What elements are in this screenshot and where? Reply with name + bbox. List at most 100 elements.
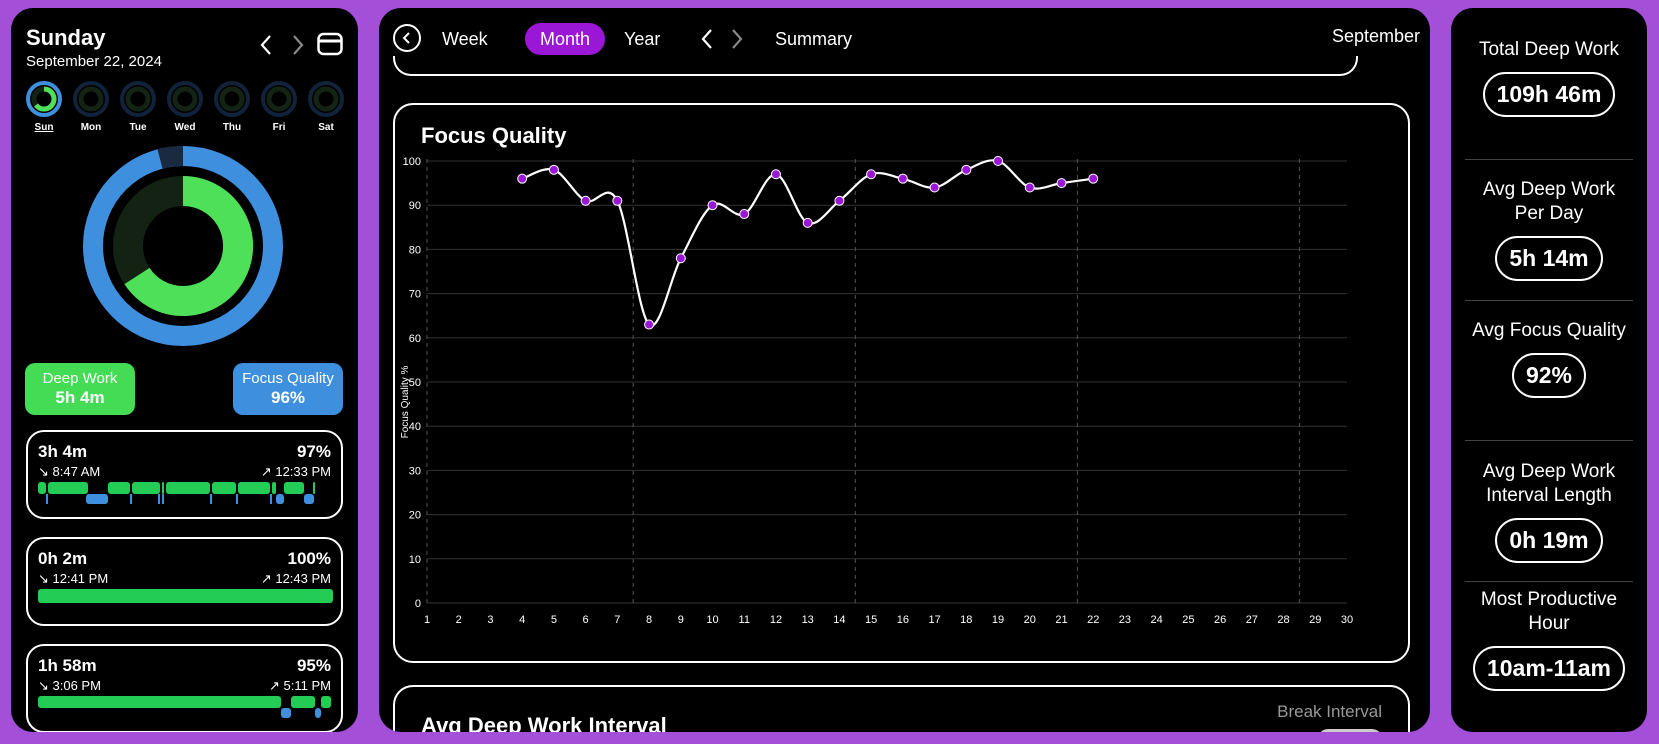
tab-month[interactable]: Month: [525, 23, 606, 55]
deep-work-value: 5h 4m: [55, 388, 105, 407]
x-tick-label: 16: [897, 614, 909, 626]
session-end: ↗ 5:11 PM: [269, 678, 331, 693]
weekday-wed[interactable]: Wed: [165, 80, 205, 133]
x-tick-label: 2: [456, 614, 462, 626]
y-tick-label: 0: [415, 598, 421, 610]
x-tick-label: 6: [583, 614, 589, 626]
day-ring-icon: [308, 81, 344, 117]
y-tick-label: 60: [409, 333, 421, 345]
y-tick-label: 70: [409, 289, 421, 301]
focus-quality-chart: 01020304050607080901001 2 3 4 5 6 7 8 9 10 11 12 13 1…: [400, 156, 1353, 626]
x-tick-label: 10: [706, 614, 718, 626]
day-ring-icon: [26, 81, 62, 117]
data-point: [770, 169, 781, 180]
weekday-tue[interactable]: Tue: [118, 80, 158, 133]
stat-label: Avg Focus Quality: [1472, 320, 1626, 341]
break-interval-toggle[interactable]: [1318, 729, 1382, 732]
stat-most-productive-hour: Most Productive Hour 10am-11am: [1451, 588, 1647, 691]
weekday-thu[interactable]: Thu: [212, 80, 252, 133]
tab-week[interactable]: Week: [427, 23, 503, 55]
session-card[interactable]: 1h 58m 95% ↘ 3:06 PM ↗ 5:11 PM: [26, 644, 343, 732]
day-ring-icon: [214, 81, 250, 117]
y-tick-label: 10: [409, 554, 421, 566]
next-period-button[interactable]: [729, 28, 745, 50]
x-tick-label: 25: [1182, 614, 1194, 626]
x-tick-label: 29: [1309, 614, 1321, 626]
x-tick-label: 12: [770, 614, 782, 626]
data-point: [644, 319, 655, 330]
stat-label: Avg Deep Work Interval Length: [1482, 461, 1616, 506]
x-tick-label: 14: [833, 614, 845, 626]
day-ring-icon: [120, 81, 156, 117]
stat-avg-deep-work-per-day: Avg Deep Work Per Day 5h 14m: [1451, 178, 1647, 281]
x-tick-label: 21: [1055, 614, 1067, 626]
session-timeline: [38, 482, 333, 508]
y-tick-label: 20: [409, 510, 421, 522]
tab-year[interactable]: Year: [609, 23, 675, 55]
stat-value: 5h 14m: [1495, 236, 1603, 281]
session-timeline: [38, 589, 333, 615]
data-point: [961, 164, 972, 175]
data-point: [517, 173, 528, 184]
session-card[interactable]: 3h 4m 97% ↘ 8:47 AM ↗ 12:33 PM: [26, 430, 343, 519]
stat-avg-focus-quality: Avg Focus Quality 92%: [1451, 319, 1647, 398]
month-panel: Week Month Year Summary September Focus …: [379, 8, 1430, 732]
next-day-button[interactable]: [288, 32, 308, 58]
x-tick-label: 15: [865, 614, 877, 626]
y-tick-label: 30: [409, 465, 421, 477]
data-point: [929, 182, 940, 193]
data-point: [1024, 182, 1035, 193]
session-end: ↗ 12:43 PM: [260, 571, 331, 586]
day-date: September 22, 2024: [26, 53, 162, 70]
x-tick-label: 20: [1024, 614, 1036, 626]
prev-period-button[interactable]: [699, 28, 715, 50]
x-tick-label: 30: [1341, 614, 1353, 626]
weekday-label: Tue: [129, 122, 147, 133]
weekday-fri[interactable]: Fri: [259, 80, 299, 133]
tab-summary[interactable]: Summary: [760, 23, 867, 55]
y-tick-label: 80: [409, 244, 421, 256]
x-tick-label: 11: [739, 614, 750, 626]
x-tick-label: 19: [992, 614, 1004, 626]
stat-total-deep-work: Total Deep Work 109h 46m: [1451, 38, 1647, 117]
previous-card: [393, 56, 1358, 76]
x-tick-label: 9: [678, 614, 684, 626]
focus-quality-badge: Focus Quality 96%: [233, 363, 343, 415]
prev-day-button[interactable]: [256, 32, 276, 58]
session-percent: 97%: [296, 442, 331, 461]
weekday-sun[interactable]: Sun: [24, 80, 64, 133]
x-tick-label: 4: [519, 614, 525, 626]
data-point: [834, 195, 845, 206]
y-tick-label: 90: [409, 200, 421, 212]
x-tick-label: 27: [1246, 614, 1258, 626]
chevron-left-icon: [260, 35, 271, 55]
focus-quality-card: Focus Quality 0 10 20 30 40 50 60 70 80 90 100 1 2 3 4…: [393, 103, 1410, 663]
session-start: ↘ 12:41 PM: [38, 571, 109, 586]
session-end: ↗ 12:33 PM: [260, 464, 331, 479]
x-tick-label: 18: [960, 614, 972, 626]
session-duration: 0h 2m: [38, 549, 88, 568]
stat-value: 92%: [1511, 353, 1587, 398]
session-card[interactable]: 0h 2m 100% ↘ 12:41 PM ↗ 12:43 PM: [26, 537, 343, 626]
x-tick-label: 23: [1119, 614, 1131, 626]
session-start: ↘ 8:47 AM: [38, 464, 101, 479]
data-point: [866, 169, 877, 180]
deep-work-badge: Deep Work 5h 4m: [25, 363, 135, 415]
data-point: [580, 195, 591, 206]
calendar-icon[interactable]: [317, 32, 343, 56]
day-ring-icon: [261, 81, 297, 117]
x-tick-label: 26: [1214, 614, 1226, 626]
day-ring-icon: [167, 81, 203, 117]
weekday-mon[interactable]: Mon: [71, 80, 111, 133]
x-tick-label: 17: [928, 614, 940, 626]
weekday-sat[interactable]: Sat: [306, 80, 346, 133]
data-point: [739, 209, 750, 220]
session-timeline: [38, 696, 333, 722]
stat-label: Avg Deep Work Per Day: [1482, 179, 1616, 224]
stat-value: 0h 19m: [1495, 518, 1603, 563]
summary-panel: Total Deep Work 109h 46m Avg Deep Work P…: [1451, 8, 1647, 732]
stat-label: Most Productive Hour: [1480, 589, 1618, 634]
back-button[interactable]: [393, 24, 421, 52]
data-point: [1056, 178, 1067, 189]
divider: [1465, 440, 1633, 441]
